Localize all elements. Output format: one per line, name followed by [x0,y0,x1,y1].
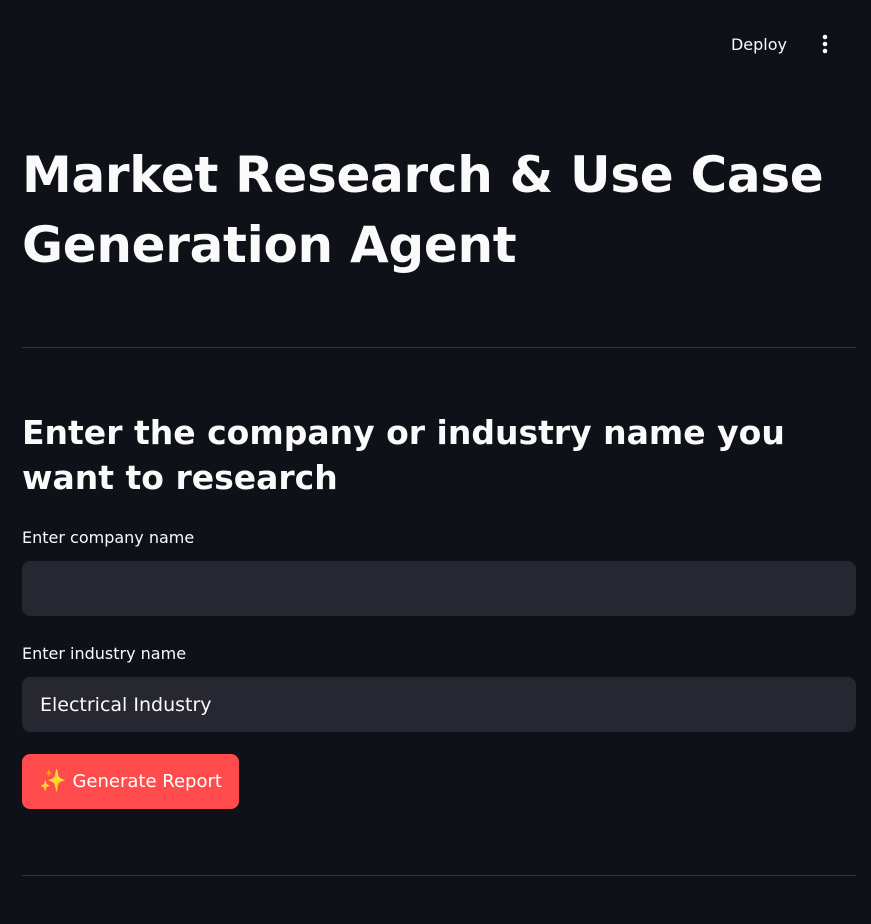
top-divider [22,347,856,348]
deploy-button-label: Deploy [730,34,788,54]
sparkles-icon: ✨ [39,768,67,794]
bottom-divider [22,875,856,876]
industry-name-label: Enter industry name [22,644,187,663]
vertical-ellipsis-icon [822,34,828,54]
company-name-label: Enter company name [22,528,195,547]
section-heading: Enter the company or industry name you w… [22,413,785,497]
company-name-input[interactable] [22,561,856,616]
page-title: Market Research & Use Case Generation Ag… [22,146,824,274]
generate-report-button[interactable]: ✨ Generate Report [22,754,239,809]
industry-name-input[interactable] [22,677,856,732]
generate-report-label: Generate Report [72,771,222,792]
app-header: Deploy [0,0,871,88]
deploy-button[interactable]: Deploy [716,30,802,58]
main-menu-button[interactable] [810,30,840,58]
